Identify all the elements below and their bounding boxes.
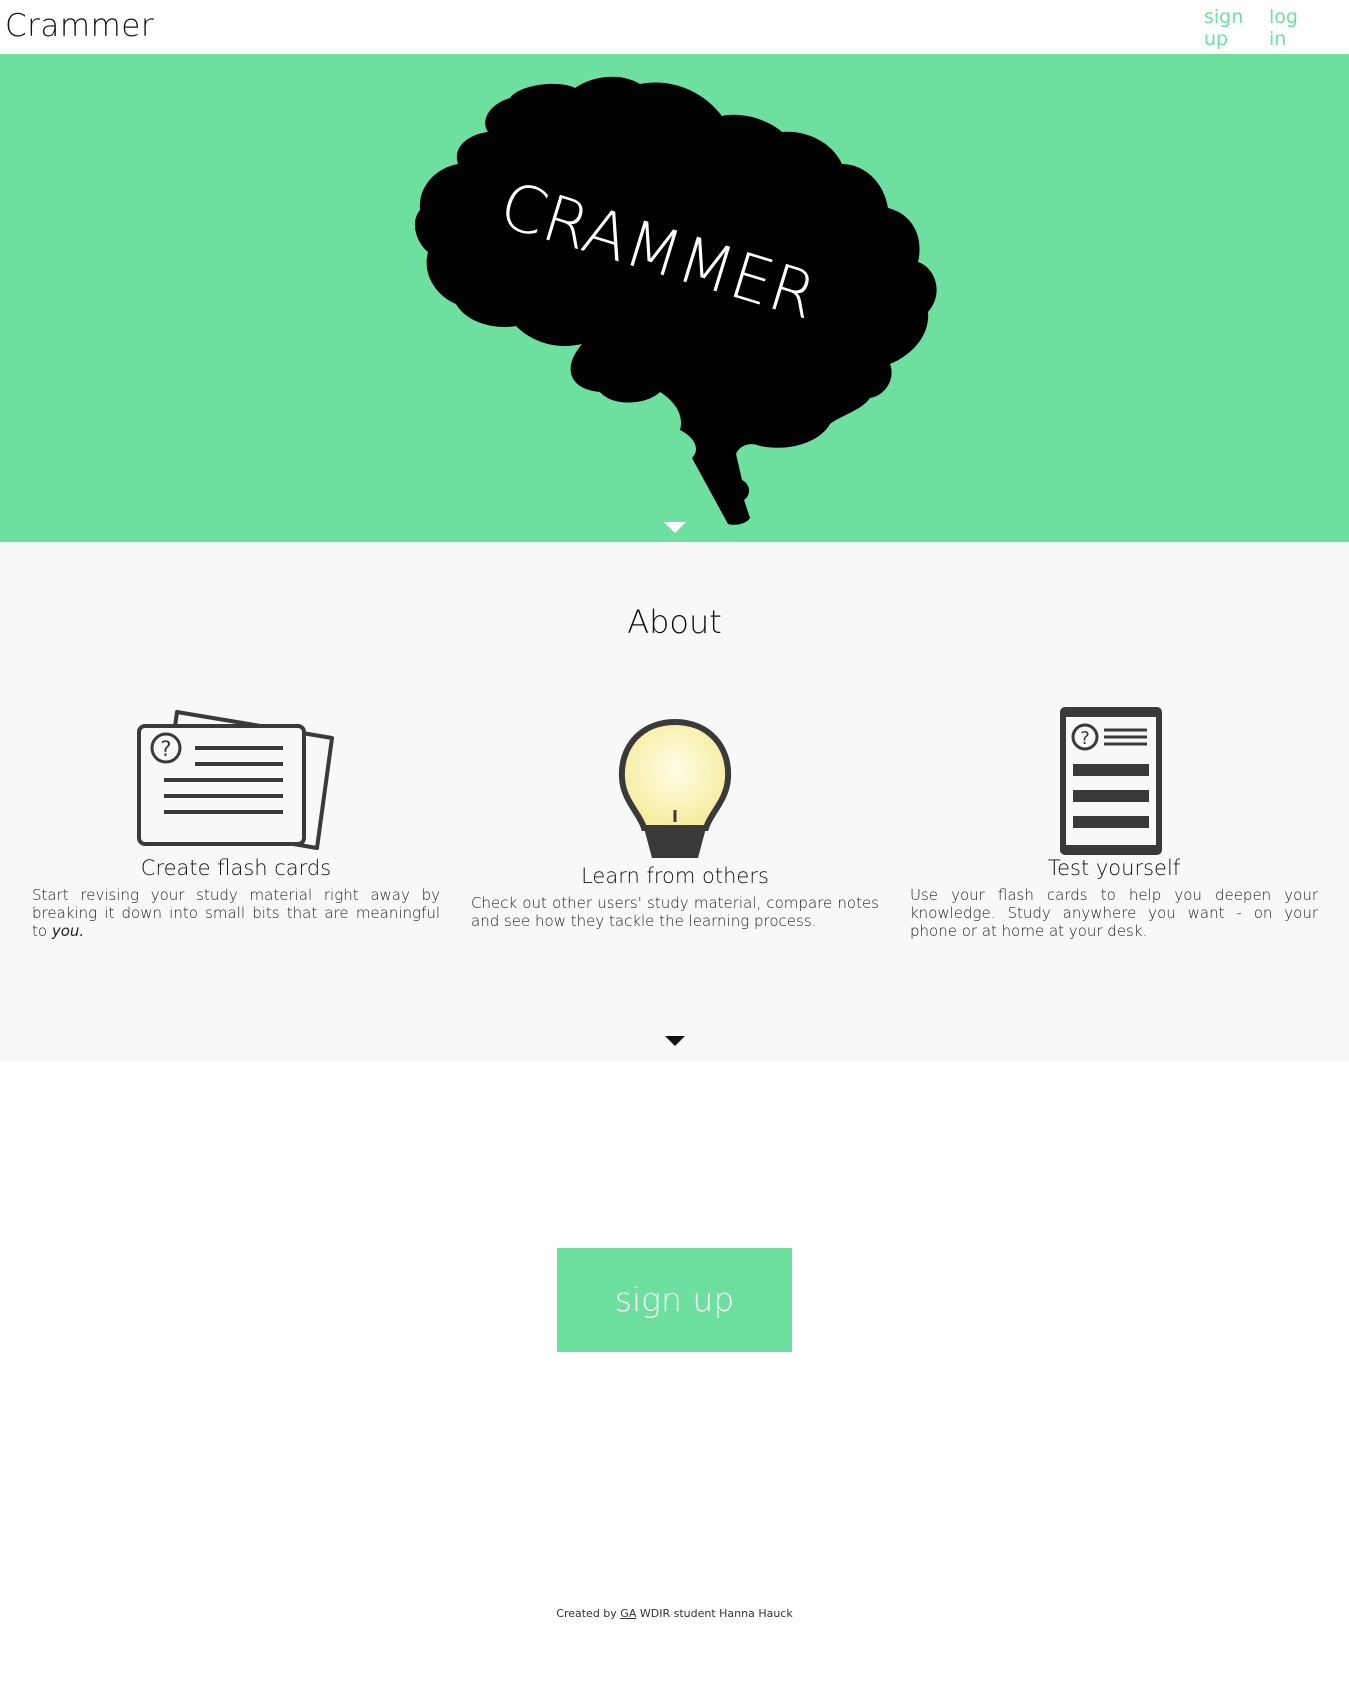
brand-name[interactable]: Crammer bbox=[5, 8, 154, 44]
feature-title: Test yourself bbox=[1047, 856, 1181, 880]
feature-learn-from-others: Learn from others Check out other users'… bbox=[471, 706, 879, 966]
flash-cards-icon: ? bbox=[137, 710, 334, 850]
svg-text:?: ? bbox=[160, 737, 171, 761]
footer-suffix: WDIR student Hanna Hauck bbox=[636, 1607, 793, 1620]
footer-ga-link[interactable]: GA bbox=[620, 1607, 636, 1620]
feature-title: Create flash cards bbox=[140, 856, 332, 880]
scroll-down-arrow-icon[interactable] bbox=[665, 1036, 685, 1046]
brain-logo: CRAMMER bbox=[414, 76, 937, 525]
feature-description: Use your flash cards to help you deepen … bbox=[910, 886, 1318, 940]
light-bulb-icon bbox=[618, 718, 732, 858]
brain-icon bbox=[414, 76, 937, 525]
nav-login-link[interactable]: log in bbox=[1269, 6, 1313, 50]
feature-description: Start revising your study material right… bbox=[32, 886, 440, 940]
about-title: About bbox=[627, 603, 722, 641]
signup-cta-button[interactable]: sign up bbox=[557, 1248, 792, 1352]
feature-emphasis: you. bbox=[51, 922, 85, 940]
feature-create-flash-cards: ? Create flash cards Start revising your… bbox=[32, 706, 440, 966]
feature-description: Check out other users' study material, c… bbox=[471, 894, 879, 930]
about-section: About ? Create flash cards Start revisin… bbox=[0, 542, 1349, 1062]
scroll-down-arrow-icon[interactable] bbox=[664, 522, 686, 533]
svg-text:?: ? bbox=[1080, 728, 1090, 749]
feature-test-yourself: ? Test yourself Use your flash cards to … bbox=[910, 706, 1318, 966]
nav-signup-link[interactable]: sign up bbox=[1204, 6, 1248, 50]
footer: Created by GA WDIR student Hanna Hauck bbox=[0, 1607, 1349, 1620]
feature-title: Learn from others bbox=[581, 864, 769, 888]
top-navbar: Crammer sign up log in bbox=[0, 0, 1349, 54]
test-sheet-icon: ? bbox=[1060, 707, 1162, 855]
hero-section: CRAMMER bbox=[0, 54, 1349, 542]
footer-prefix: Created by bbox=[556, 1607, 621, 1620]
